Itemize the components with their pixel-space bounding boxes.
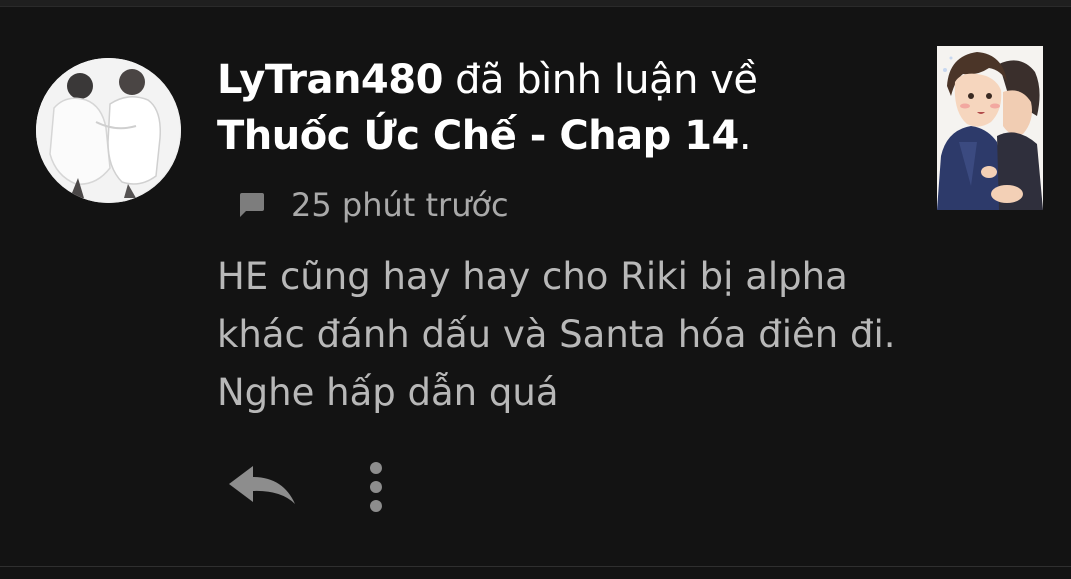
user-avatar[interactable] [36, 58, 181, 203]
reply-button[interactable] [225, 462, 301, 512]
action-text: đã bình luận về [442, 57, 758, 103]
notification-headline: LyTran480 đã bình luận về Thuốc Ức Chế -… [217, 52, 837, 164]
target-title-link[interactable]: Thuốc Ức Chế - Chap 14 [217, 113, 739, 159]
time-ago: 25 phút trước [291, 186, 509, 224]
more-vertical-icon [370, 462, 382, 512]
top-divider [0, 0, 1071, 7]
thumbnail-image [937, 46, 1043, 210]
bottom-divider [0, 566, 1071, 567]
username-link[interactable]: LyTran480 [217, 57, 443, 103]
target-suffix: . [738, 113, 752, 159]
reply-icon [229, 466, 295, 504]
comment-text: HE cũng hay hay cho Riki bị alpha khác đ… [217, 255, 896, 414]
manga-thumbnail[interactable] [937, 46, 1043, 210]
avatar-image [36, 58, 181, 203]
chat-bubble-icon [237, 190, 267, 220]
more-options-button[interactable] [358, 458, 394, 516]
notification-meta: 25 phút trước [237, 185, 509, 225]
